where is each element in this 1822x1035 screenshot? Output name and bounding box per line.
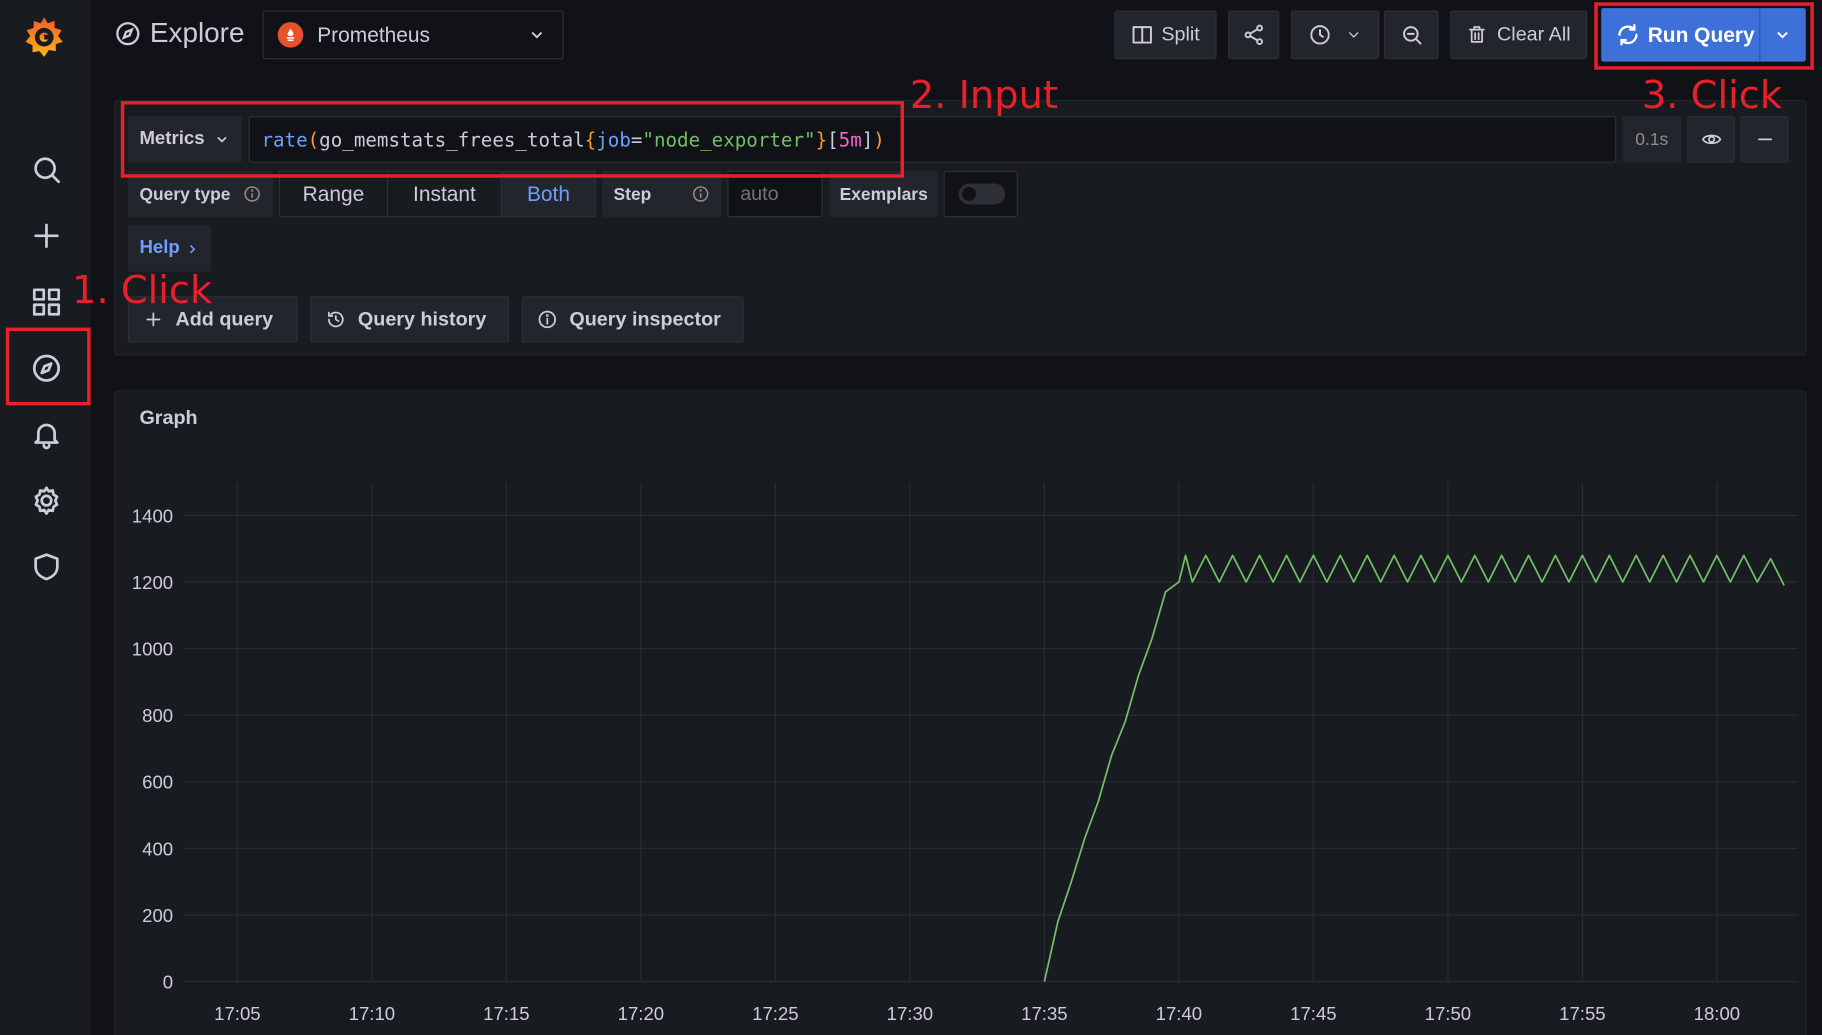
x-tick-label: 17:15 <box>483 1003 530 1024</box>
y-tick-label: 0 <box>163 972 173 993</box>
y-tick-label: 1400 <box>132 505 173 526</box>
x-tick-label: 17:25 <box>752 1003 799 1024</box>
x-tick-label: 17:20 <box>618 1003 665 1024</box>
y-tick-label: 1200 <box>132 572 173 593</box>
x-tick-label: 17:10 <box>349 1003 396 1024</box>
line-chart: 0 200 400 600 800 1000 1200 1400 17:05 17:10 17:15… <box>132 482 1798 1024</box>
x-tick-label: 17:50 <box>1425 1003 1472 1024</box>
y-tick-label: 600 <box>142 772 173 793</box>
annotation-step2: 2. Input <box>909 72 1058 118</box>
x-tick-label: 17:05 <box>214 1003 261 1024</box>
x-tick-label: 17:45 <box>1290 1003 1337 1024</box>
x-tick-label: 17:55 <box>1559 1003 1606 1024</box>
series-line <box>1043 554 1785 982</box>
y-tick-label: 400 <box>142 838 173 859</box>
x-tick-label: 17:35 <box>1021 1003 1068 1024</box>
annotation-step1: 1. Click <box>72 267 213 313</box>
x-tick-label: 18:00 <box>1694 1003 1741 1024</box>
annotation-step3: 3. Click <box>1641 72 1783 118</box>
x-tick-label: 17:40 <box>1156 1003 1203 1024</box>
y-tick-label: 1000 <box>132 639 173 660</box>
y-tick-label: 800 <box>142 705 173 726</box>
x-tick-label: 17:30 <box>887 1003 934 1024</box>
y-tick-label: 200 <box>142 905 173 926</box>
